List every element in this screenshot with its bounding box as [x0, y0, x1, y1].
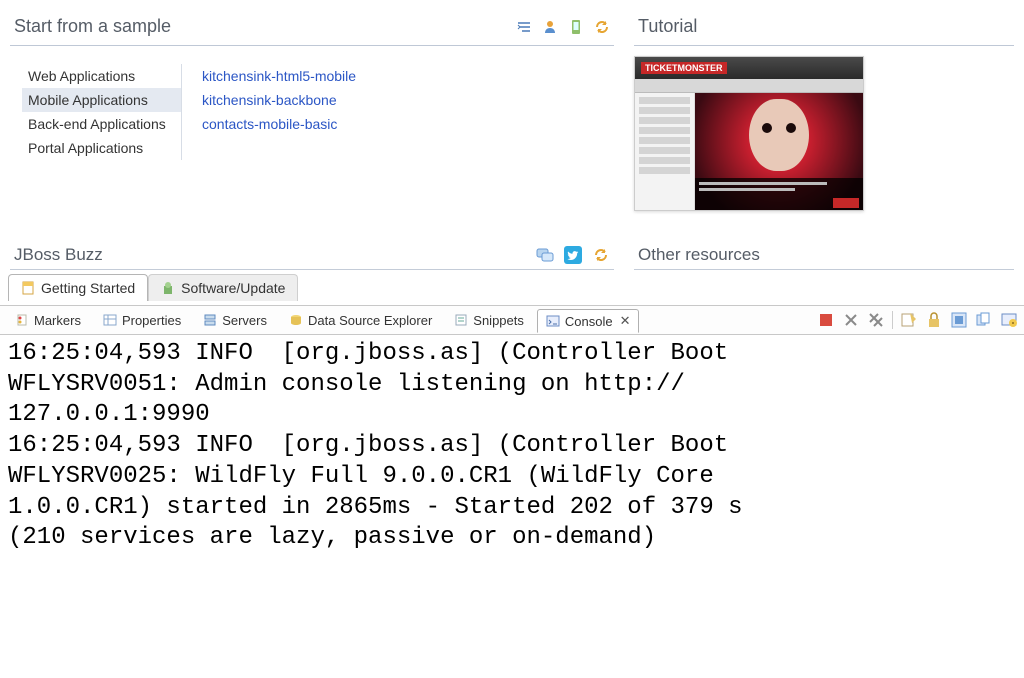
- project-link[interactable]: contacts-mobile-basic: [202, 112, 602, 136]
- remove-all-button[interactable]: [867, 311, 885, 329]
- user-icon[interactable]: [542, 19, 558, 35]
- properties-icon: [103, 313, 117, 327]
- view-label: Console: [565, 314, 613, 329]
- remove-launch-button[interactable]: [842, 311, 860, 329]
- sample-title: Start from a sample: [14, 16, 171, 37]
- dse-icon: [289, 313, 303, 327]
- page-icon: [21, 281, 35, 295]
- tutorial-header: Tutorial: [634, 10, 1014, 46]
- sample-header: Start from a sample: [10, 10, 614, 46]
- console-icon: [546, 314, 560, 328]
- views-tab-bar: Markers Properties Servers Data Source E…: [0, 305, 1024, 335]
- view-snippets[interactable]: Snippets: [445, 309, 533, 332]
- refresh-icon[interactable]: [594, 19, 610, 35]
- separator: [892, 311, 893, 329]
- console-output[interactable]: 16:25:04,593 INFO [org.jboss.as] (Contro…: [0, 335, 1024, 558]
- server-icon: [161, 281, 175, 295]
- category-list: Web Applications Mobile Applications Bac…: [22, 64, 182, 160]
- project-link[interactable]: kitchensink-backbone: [202, 88, 602, 112]
- close-icon[interactable]: ✕: [620, 313, 631, 329]
- console-toolbar: [817, 311, 1018, 329]
- view-data-source-explorer[interactable]: Data Source Explorer: [280, 309, 441, 332]
- view-label: Markers: [34, 313, 81, 328]
- tab-label: Software/Update: [181, 280, 285, 296]
- chat-icon[interactable]: [536, 246, 554, 264]
- tutorial-thumbnail[interactable]: TICKETMONSTER: [634, 56, 864, 211]
- view-servers[interactable]: Servers: [194, 309, 276, 332]
- collapse-icon[interactable]: [516, 19, 532, 35]
- view-label: Snippets: [473, 313, 524, 328]
- buzz-header: JBoss Buzz: [10, 241, 614, 270]
- tutorial-column: Tutorial TICKETMONSTER: [634, 10, 1014, 211]
- category-item-web[interactable]: Web Applications: [22, 64, 181, 88]
- buzz-title: JBoss Buzz: [14, 245, 103, 265]
- twitter-icon[interactable]: [564, 246, 582, 264]
- view-markers[interactable]: Markers: [6, 309, 90, 332]
- editor-tabs: Getting Started Software/Update: [0, 274, 1024, 301]
- tab-software-update[interactable]: Software/Update: [148, 274, 298, 301]
- servers-icon: [203, 313, 217, 327]
- category-item-mobile[interactable]: Mobile Applications: [22, 88, 181, 112]
- clear-console-button[interactable]: [900, 311, 918, 329]
- sample-column: Start from a sample Web Applications: [10, 10, 614, 211]
- pin-console-button[interactable]: [950, 311, 968, 329]
- view-properties[interactable]: Properties: [94, 309, 190, 332]
- project-list: kitchensink-html5-mobile kitchensink-bac…: [202, 64, 602, 160]
- tutorial-title: Tutorial: [638, 16, 697, 37]
- snippets-icon: [454, 313, 468, 327]
- other-title: Other resources: [638, 245, 760, 264]
- refresh-icon[interactable]: [592, 246, 610, 264]
- display-selected-button[interactable]: [975, 311, 993, 329]
- view-console[interactable]: Console ✕: [537, 309, 640, 333]
- tab-getting-started[interactable]: Getting Started: [8, 274, 148, 301]
- lower-sections: JBoss Buzz Other resources: [0, 241, 1024, 270]
- view-label: Servers: [222, 313, 267, 328]
- category-item-portal[interactable]: Portal Applications: [22, 136, 181, 160]
- phone-icon[interactable]: [568, 19, 584, 35]
- tab-label: Getting Started: [41, 280, 135, 296]
- welcome-panel: Start from a sample Web Applications: [0, 0, 1024, 211]
- tutorial-logo: TICKETMONSTER: [641, 62, 727, 74]
- markers-icon: [15, 313, 29, 327]
- sample-body: Web Applications Mobile Applications Bac…: [10, 56, 614, 168]
- project-link[interactable]: kitchensink-html5-mobile: [202, 64, 602, 88]
- sample-header-toolbar: [516, 19, 610, 35]
- view-label: Data Source Explorer: [308, 313, 432, 328]
- other-resources-header: Other resources: [634, 241, 1014, 270]
- view-label: Properties: [122, 313, 181, 328]
- terminate-button[interactable]: [817, 311, 835, 329]
- open-console-button[interactable]: [1000, 311, 1018, 329]
- scroll-lock-button[interactable]: [925, 311, 943, 329]
- category-item-backend[interactable]: Back-end Applications: [22, 112, 181, 136]
